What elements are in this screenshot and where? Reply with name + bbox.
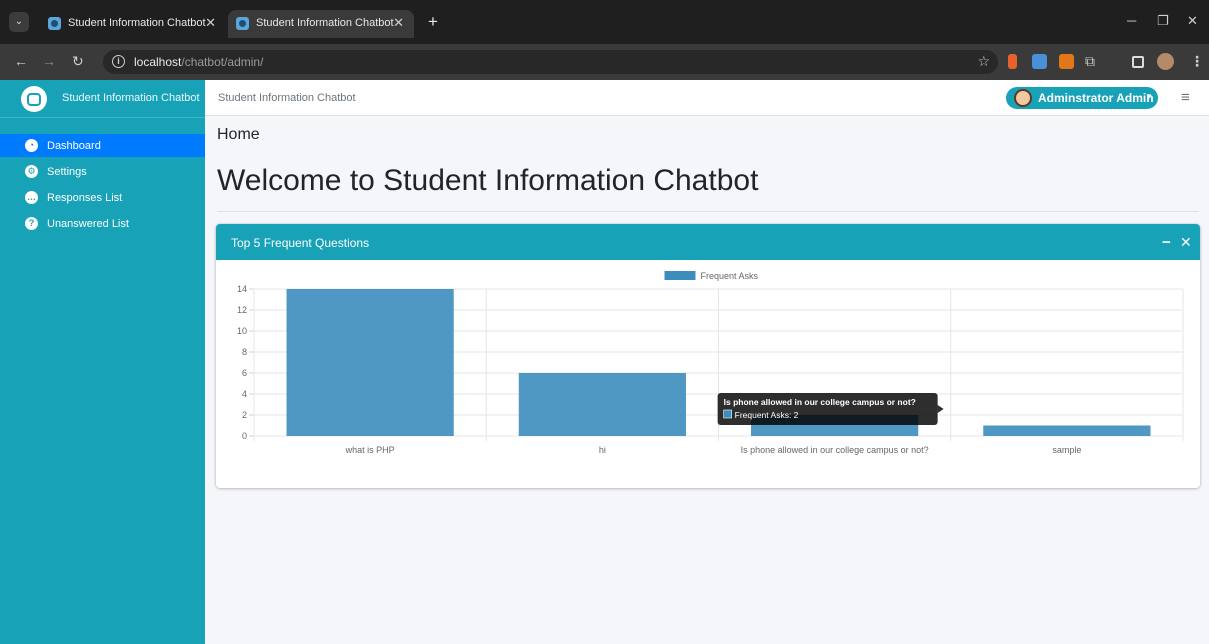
page-title: Welcome to Student Information Chatbot <box>217 164 759 197</box>
browser-tab-1[interactable]: Student Information Chatbot ✕ <box>40 10 226 38</box>
y-tick-label: 0 <box>242 431 247 441</box>
metamask-extension-icon[interactable] <box>1059 54 1074 69</box>
translate-extension-icon[interactable] <box>1032 54 1047 69</box>
x-tick-label: what is PHP <box>345 445 395 455</box>
close-card-icon[interactable]: ✕ <box>1180 234 1192 251</box>
chart-tooltip-caret <box>937 405 944 413</box>
sidebar: Student Information Chatbot ◔ Dashboard … <box>0 80 205 644</box>
divider <box>217 211 1199 212</box>
tachometer-icon: ◔ <box>25 139 38 152</box>
new-tab-icon[interactable]: + <box>428 13 438 30</box>
minimize-window-icon[interactable]: ─ <box>1127 13 1136 28</box>
comment-icon: … <box>25 191 38 204</box>
browser-tab-strip: ⌄ Student Information Chatbot ✕ Student … <box>0 0 1209 44</box>
browser-tab-title: Student Information Chatbot <box>68 17 206 29</box>
legend-label: Frequent Asks <box>701 271 759 281</box>
sidebar-item-label: Responses List <box>47 192 123 204</box>
brave-extension-icon[interactable] <box>1008 54 1017 69</box>
extensions-puzzle-icon[interactable]: ⧉ <box>1085 53 1095 70</box>
browser-toolbar: ← → ↻ i localhost/chatbot/admin/ ☆ ⧉ ⋮ <box>0 44 1209 80</box>
user-menu-button[interactable]: Adminstrator Admin ▼ <box>1006 87 1158 109</box>
sidebar-item-settings[interactable]: ⚙ Settings <box>0 160 205 183</box>
close-tab-icon[interactable]: ✕ <box>393 15 404 31</box>
restore-window-icon[interactable]: ❐ <box>1157 13 1169 29</box>
chart-area: 0 2 4 6 8 10 12 14 what is PHP hi Is phone allowed… <box>216 260 1200 488</box>
card-title: Top 5 Frequent Questions <box>231 236 370 250</box>
sidebar-item-label: Unanswered List <box>47 218 129 230</box>
bar <box>286 289 454 436</box>
user-name: Adminstrator Admin <box>1038 91 1154 105</box>
address-bar[interactable]: i localhost/chatbot/admin/ ☆ <box>103 50 998 74</box>
cogs-icon: ⚙ <box>25 165 38 178</box>
sidebar-item-responses-list[interactable]: … Responses List <box>0 186 205 209</box>
top-navbar: Student Information Chatbot Adminstrator… <box>205 80 1209 116</box>
bookmark-star-icon[interactable]: ☆ <box>977 53 990 70</box>
sidebar-item-unanswered-list[interactable]: ? Unanswered List <box>0 212 205 235</box>
back-arrow-icon[interactable]: ← <box>14 53 28 69</box>
card-header: Top 5 Frequent Questions − ✕ <box>216 224 1200 260</box>
collapse-card-icon[interactable]: − <box>1162 234 1171 251</box>
avatar <box>1014 89 1032 107</box>
profile-avatar-icon[interactable] <box>1157 53 1174 70</box>
navbar-title: Student Information Chatbot <box>218 92 356 104</box>
forward-arrow-icon[interactable]: → <box>42 53 56 69</box>
close-window-icon[interactable]: ✕ <box>1187 13 1198 29</box>
x-tick-label: Is phone allowed in our college campus o… <box>741 445 929 455</box>
bar <box>518 373 686 436</box>
favicon-icon <box>236 17 249 30</box>
favicon-icon <box>48 17 61 30</box>
legend-swatch <box>664 271 696 280</box>
browser-menu-icon[interactable]: ⋮ <box>1190 53 1204 70</box>
reload-icon[interactable]: ↻ <box>72 53 84 70</box>
brand-link[interactable]: Student Information Chatbot <box>0 80 205 118</box>
y-tick-label: 8 <box>242 347 247 357</box>
chart-tooltip-body: Frequent Asks: 2 <box>735 410 799 420</box>
caret-down-icon: ▼ <box>1145 92 1153 101</box>
y-tick-label: 12 <box>237 305 247 315</box>
y-tick-label: 2 <box>242 410 247 420</box>
bar <box>983 425 1151 436</box>
y-tick-label: 6 <box>242 368 247 378</box>
brand-text: Student Information Chatbot <box>62 92 200 104</box>
browser-tab-2[interactable]: Student Information Chatbot ✕ <box>228 10 414 38</box>
x-tick-label: sample <box>1052 445 1081 455</box>
sidebar-item-label: Settings <box>47 166 87 178</box>
brand-logo-icon <box>21 86 47 112</box>
y-tick-label: 10 <box>237 326 247 336</box>
sidebar-item-label: Dashboard <box>47 140 101 152</box>
bar-chart: 0 2 4 6 8 10 12 14 what is PHP hi Is phone allowed… <box>237 271 1184 455</box>
tab-search-icon[interactable]: ⌄ <box>9 12 29 32</box>
x-tick-label: hi <box>599 445 606 455</box>
y-tick-label: 14 <box>237 284 247 294</box>
sidebar-item-dashboard[interactable]: ◔ Dashboard <box>0 134 205 157</box>
chart-tooltip-swatch <box>723 409 732 419</box>
question-circle-icon: ? <box>25 217 38 230</box>
breadcrumb: Home <box>217 126 260 143</box>
close-tab-icon[interactable]: ✕ <box>205 15 216 31</box>
chart-tooltip-title: Is phone allowed in our college campus o… <box>724 397 916 407</box>
hamburger-menu-icon[interactable]: ≡ <box>1181 89 1190 106</box>
frequent-questions-card: Top 5 Frequent Questions − ✕ 0 2 4 6 8 10 12 14… <box>216 224 1200 488</box>
url-text[interactable]: localhost/chatbot/admin/ <box>134 55 263 69</box>
browser-tab-title: Student Information Chatbot <box>256 17 394 29</box>
y-tick-label: 4 <box>242 389 247 399</box>
site-info-icon[interactable]: i <box>112 55 125 68</box>
side-panel-icon[interactable] <box>1132 56 1144 68</box>
